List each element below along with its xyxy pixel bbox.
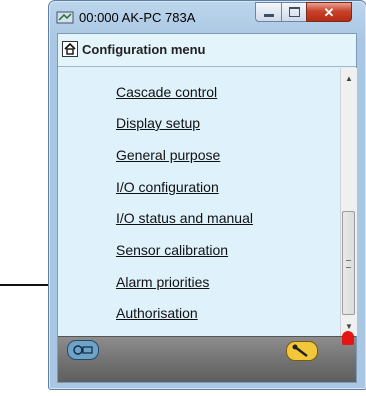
menu-item-general-purpose[interactable]: General purpose [116,147,220,163]
close-button[interactable]: ✕ [306,2,352,22]
home-icon[interactable] [62,41,78,57]
menu-item-cascade-control[interactable]: Cascade control [116,84,217,100]
menu-item-sensor-calibration[interactable]: Sensor calibration [116,242,228,258]
alarm-bell-icon[interactable] [342,331,354,345]
menu-header: Configuration menu [58,34,356,67]
page-title: Configuration menu [82,42,206,57]
scroll-up-button[interactable]: ▲ [341,70,357,86]
status-icon[interactable] [67,340,99,360]
minimize-icon [263,13,274,17]
menu-list: Cascade control Display setup General pu… [58,67,339,337]
scroll-thumb[interactable] [342,211,355,315]
tool-icon[interactable] [286,341,318,361]
maximize-icon [288,7,300,17]
vertical-scrollbar[interactable]: ▲ ▼ [340,68,357,336]
close-icon: ✕ [323,4,335,20]
app-window: 00:000 AK-PC 783A ✕ Configuration menu C… [48,0,366,390]
menu-item-io-configuration[interactable]: I/O configuration [116,179,219,195]
app-icon [56,9,74,25]
window-title: 00:000 AK-PC 783A [79,10,196,25]
grip-icon [346,260,351,268]
menu-item-authorisation[interactable]: Authorisation [116,305,198,321]
menu-item-display-setup[interactable]: Display setup [116,115,200,131]
menu-item-alarm-priorities[interactable]: Alarm priorities [116,274,209,290]
menu-item-io-status-manual[interactable]: I/O status and manual [116,210,253,226]
client-area: Configuration menu Cascade control Displ… [57,33,357,383]
maximize-button[interactable] [281,2,307,22]
minimize-button[interactable] [255,2,282,22]
title-bar[interactable]: 00:000 AK-PC 783A ✕ [49,1,366,33]
status-bar [58,331,356,382]
